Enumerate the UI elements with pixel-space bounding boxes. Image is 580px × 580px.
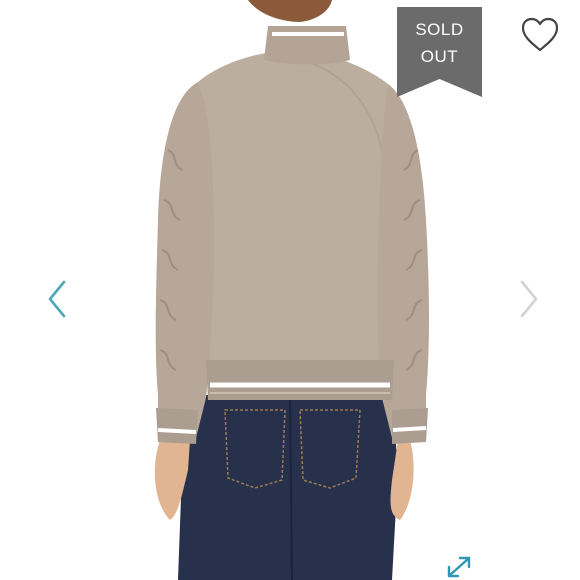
sold-out-line-2: OUT — [420, 47, 459, 66]
heart-outline-icon[interactable] — [519, 16, 561, 54]
chevron-right-icon[interactable] — [512, 276, 546, 322]
product-image-viewer: SOLD OUT — [0, 0, 580, 580]
sold-out-label: SOLD OUT — [397, 16, 482, 70]
product-photo — [0, 0, 580, 580]
expand-arrows-icon[interactable] — [445, 554, 473, 580]
chevron-left-icon[interactable] — [40, 276, 74, 322]
sold-out-line-1: SOLD — [415, 20, 464, 39]
